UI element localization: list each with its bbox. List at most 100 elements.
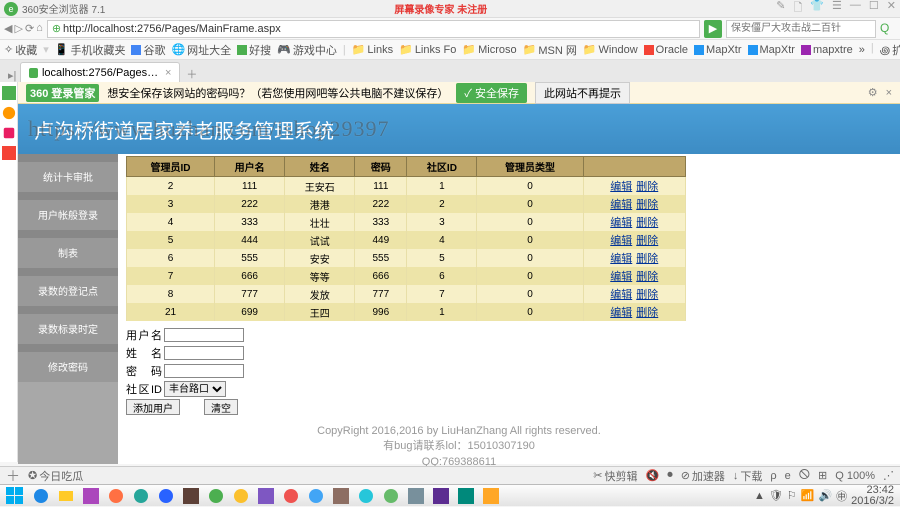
task-ie-icon[interactable] <box>29 486 53 506</box>
task-app-icon[interactable] <box>79 486 103 506</box>
bookmark-item[interactable]: 好搜 <box>237 42 271 58</box>
tool-kuai[interactable]: ✂ 快剪辑 <box>593 468 637 484</box>
forward-icon[interactable]: ▷ <box>14 22 22 35</box>
edit-link[interactable]: 编辑 <box>610 199 632 211</box>
bookmark-item[interactable]: 📱 手机收藏夹 <box>55 42 126 58</box>
browser-tab[interactable]: localhost:2756/Pages/MainF × <box>20 62 180 82</box>
tray-net-icon[interactable]: 📶 <box>801 489 815 502</box>
task-chrome-icon[interactable] <box>229 486 253 506</box>
tray-ime-icon[interactable]: ㊥ <box>836 488 847 504</box>
engine-icon[interactable]: e <box>785 470 791 482</box>
start-button[interactable] <box>2 486 28 506</box>
tray-vol-icon[interactable]: 🔊 <box>818 489 832 502</box>
pc-icon[interactable]: ρ <box>770 470 776 482</box>
record-icon[interactable]: ⏺ <box>667 469 673 482</box>
search-icon[interactable]: Q <box>880 21 896 37</box>
tabs-menu-icon[interactable]: ▸| <box>4 69 20 82</box>
edit-link[interactable]: 编辑 <box>610 181 632 193</box>
clear-button[interactable]: 清空 <box>204 399 238 415</box>
go-button[interactable]: ▶ <box>704 20 722 38</box>
zoom-label[interactable]: Q 100% <box>835 470 875 482</box>
input-pwd[interactable] <box>164 364 244 378</box>
tab-close-icon[interactable]: × <box>165 67 171 79</box>
edit-link[interactable]: 编辑 <box>610 271 632 283</box>
task-app-icon[interactable] <box>379 486 403 506</box>
task-media-icon[interactable] <box>104 486 128 506</box>
nav-item-time[interactable]: 录数标录时定 <box>18 314 118 344</box>
bookmark-item[interactable]: 🎮 游戏中心 <box>277 42 337 58</box>
task-app-icon[interactable] <box>279 486 303 506</box>
tray-flag-icon[interactable]: ⚐ <box>787 489 797 502</box>
tray-shield-icon[interactable]: 🛡 <box>769 489 783 502</box>
skin-icon[interactable]: 👕 <box>810 0 824 18</box>
nav-item-pwd[interactable]: 修改密码 <box>18 352 118 382</box>
delete-link[interactable]: 删除 <box>636 271 658 283</box>
grid-icon[interactable]: ⊞ <box>818 469 827 482</box>
bookmark-item[interactable]: MapXtr <box>694 44 741 56</box>
bookmark-folder[interactable]: 📁 Links Fo <box>399 43 456 56</box>
bookmark-folder[interactable]: 📁 Window <box>583 43 638 56</box>
nav-item-stat[interactable]: 统计卡审批 <box>18 162 118 192</box>
weibo-icon[interactable] <box>2 106 16 120</box>
bookmark-folder[interactable]: 📁 Links <box>352 43 393 56</box>
task-rec-icon[interactable] <box>479 486 503 506</box>
add-user-button[interactable]: 添加用户 <box>126 399 180 415</box>
home-icon[interactable]: ⌂ <box>36 22 43 35</box>
task-explorer-icon[interactable] <box>54 486 78 506</box>
edit-link[interactable]: 编辑 <box>610 307 632 319</box>
new-tab-button[interactable]: ＋ <box>180 66 203 82</box>
task-app-icon[interactable] <box>179 486 203 506</box>
task-360-icon[interactable] <box>204 486 228 506</box>
task-app-icon[interactable] <box>404 486 428 506</box>
fav-sidebar-icon[interactable] <box>2 86 16 100</box>
mute-icon[interactable]: 🔇 <box>645 469 659 482</box>
task-qq-icon[interactable] <box>129 486 153 506</box>
delete-link[interactable]: 删除 <box>636 199 658 211</box>
edit-link[interactable]: 编辑 <box>610 289 632 301</box>
edit-link[interactable]: 编辑 <box>610 217 632 229</box>
bookmark-item[interactable]: 🌐 网址大全 <box>171 42 231 58</box>
nav-item-report[interactable]: 制表 <box>18 238 118 268</box>
search-input[interactable] <box>726 20 876 38</box>
edit-link[interactable]: 编辑 <box>610 235 632 247</box>
tray-clock[interactable]: 23:422016/3/2 <box>851 485 894 507</box>
gear-icon[interactable]: ⚙ <box>868 86 878 99</box>
never-save-button[interactable]: 此网站不再提示 <box>535 82 630 104</box>
reload-icon[interactable]: ⟳ <box>25 22 34 35</box>
maximize-icon[interactable]: ☐ <box>869 0 879 18</box>
file-icon[interactable]: 🗋 <box>793 0 802 18</box>
nav-item-record[interactable]: 录数的登记点 <box>18 276 118 306</box>
task-app-icon[interactable] <box>254 486 278 506</box>
task-baidu-icon[interactable] <box>154 486 178 506</box>
ext-button[interactable]: ꩜ 扩展 <box>880 42 900 58</box>
input-user[interactable] <box>164 328 244 342</box>
download-button[interactable]: ↓ 下载 <box>733 468 763 484</box>
minimize-icon[interactable]: — <box>850 0 861 18</box>
add-fav-icon[interactable]: ＋ <box>6 466 20 486</box>
input-name[interactable] <box>164 346 244 360</box>
delete-link[interactable]: 删除 <box>636 217 658 229</box>
delete-link[interactable]: 删除 <box>636 181 658 193</box>
bookmark-folder[interactable]: 📁 Microso <box>462 43 516 56</box>
resize-grip-icon[interactable]: ⋰ <box>883 469 894 482</box>
tool-icon[interactable]: ✎ <box>776 0 785 18</box>
task-app-icon[interactable] <box>454 486 478 506</box>
accel-button[interactable]: ⊘ 加速器 <box>681 468 725 484</box>
today-button[interactable]: ✪ 今日吃瓜 <box>28 468 83 484</box>
save-password-button[interactable]: ✓ 安全保存 <box>456 83 527 103</box>
delete-link[interactable]: 删除 <box>636 289 658 301</box>
task-app-icon[interactable] <box>354 486 378 506</box>
bookmark-item[interactable]: 谷歌 <box>131 42 165 58</box>
task-app-icon[interactable] <box>304 486 328 506</box>
close-bar-icon[interactable]: × <box>886 87 892 99</box>
delete-link[interactable]: 删除 <box>636 307 658 319</box>
url-input[interactable]: ⊕ http://localhost:2756/Pages/MainFrame.… <box>47 20 700 38</box>
bookmark-item[interactable]: Oracle <box>644 44 688 56</box>
bookmark-item[interactable]: MapXtr <box>748 44 795 56</box>
task-app-icon[interactable] <box>329 486 353 506</box>
edit-link[interactable]: 编辑 <box>610 253 632 265</box>
flag-icon[interactable] <box>2 146 16 160</box>
block-icon[interactable]: 🛇 <box>799 466 810 485</box>
app-icon[interactable] <box>2 126 16 140</box>
tray-up-icon[interactable]: ▲ <box>754 490 765 502</box>
